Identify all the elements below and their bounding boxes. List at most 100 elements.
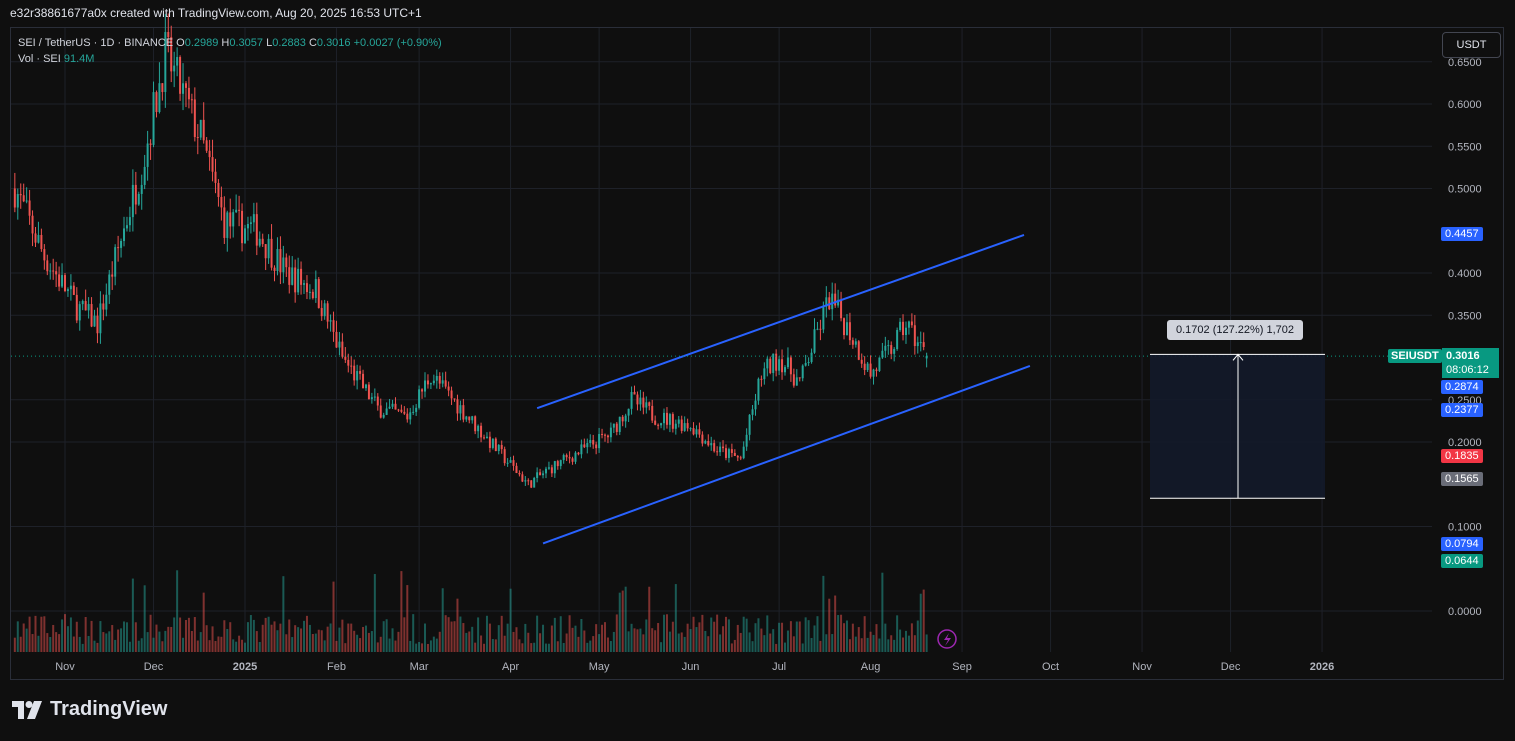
candle-body xyxy=(822,306,825,330)
candle-body xyxy=(102,303,105,310)
volume-bar xyxy=(530,643,533,652)
legend-volume-value: 91.4M xyxy=(63,53,95,65)
volume-bar xyxy=(46,633,49,652)
volume-bar xyxy=(429,640,432,652)
candle-body xyxy=(559,460,562,467)
candle-body xyxy=(311,291,314,299)
candle-body xyxy=(899,321,902,331)
candle-body xyxy=(521,474,524,482)
volume-bar xyxy=(831,634,834,652)
measure-label: 0.1702 (127.22%) 1,702 xyxy=(1167,320,1304,340)
volume-bar xyxy=(612,631,615,652)
candle-body xyxy=(689,428,692,430)
volume-bar xyxy=(630,623,633,652)
volume-bar xyxy=(571,627,574,652)
candle-body xyxy=(509,460,512,463)
volume-bar xyxy=(521,643,524,652)
candle-body xyxy=(539,472,542,476)
candle-body xyxy=(571,458,574,462)
candle-body xyxy=(128,217,131,226)
candle-body xyxy=(465,416,468,420)
y-tick-label: 0.6500 xyxy=(1448,57,1482,69)
volume-bar xyxy=(114,639,117,652)
legend-symbol[interactable]: SEI / TetherUS · 1D · BINANCE xyxy=(18,37,173,49)
volume-bar xyxy=(857,627,860,652)
brand-name: TradingView xyxy=(50,698,168,720)
volume-bar xyxy=(300,628,303,652)
volume-bar xyxy=(37,635,40,652)
volume-bar xyxy=(863,616,866,652)
volume-bar xyxy=(128,641,131,652)
volume-bar xyxy=(819,640,822,652)
candle-body xyxy=(397,409,400,411)
candle-body xyxy=(902,321,905,335)
candle-body xyxy=(695,429,698,435)
candle-body xyxy=(919,342,922,344)
candle-body xyxy=(196,137,199,139)
volume-bar xyxy=(69,617,72,652)
legend-volume-label[interactable]: Vol · SEI xyxy=(18,53,61,65)
volume-bar xyxy=(353,630,356,652)
candle-body xyxy=(409,412,412,420)
volume-bar xyxy=(657,623,660,652)
candle-body xyxy=(583,444,586,448)
volume-bar xyxy=(592,636,595,652)
candle-body xyxy=(22,195,25,202)
candle-body xyxy=(719,446,722,453)
candle-body xyxy=(677,419,680,424)
candle-body xyxy=(19,194,22,196)
volume-bar xyxy=(686,623,689,652)
volume-bar xyxy=(382,621,385,652)
candle-body xyxy=(285,257,288,268)
candle-body xyxy=(223,207,226,238)
candle-body xyxy=(497,445,500,452)
volume-bar xyxy=(367,632,370,652)
volume-bar xyxy=(562,642,565,652)
x-tick-label: 2025 xyxy=(233,661,257,673)
candle-body xyxy=(663,412,666,424)
volume-bar xyxy=(409,640,412,652)
candlestick-chart[interactable]: 0.65000.60000.55000.50000.40000.35000.25… xyxy=(0,0,1515,741)
volume-bar xyxy=(261,624,264,652)
legend-high-value: 0.3057 xyxy=(229,37,264,49)
price-tag-value: 0.1565 xyxy=(1445,473,1479,485)
candle-body xyxy=(78,304,81,321)
candle-body xyxy=(308,291,311,293)
tradingview-branding[interactable]: TradingView xyxy=(12,698,167,721)
candle-body xyxy=(40,234,43,250)
volume-bar xyxy=(683,636,686,652)
volume-bar xyxy=(807,620,810,652)
volume-bar xyxy=(220,636,223,652)
candle-body xyxy=(96,315,99,334)
last-price: 0.3016 xyxy=(1446,350,1480,362)
candle-body xyxy=(338,341,341,348)
volume-bar xyxy=(875,624,878,652)
price-tag-4457: 0.4457 xyxy=(1441,227,1483,241)
volume-bar xyxy=(226,628,229,652)
candle-body xyxy=(550,467,553,474)
volume-bar xyxy=(497,625,500,652)
volume-bar xyxy=(654,630,657,652)
candle-body xyxy=(229,212,232,227)
candle-body xyxy=(910,321,913,326)
volume-bar xyxy=(668,631,671,652)
channel-lower-line xyxy=(542,365,1031,545)
candle-body xyxy=(267,238,270,259)
volume-bar xyxy=(350,623,353,652)
y-tick-label: 0.5500 xyxy=(1448,141,1482,153)
candle-body xyxy=(261,238,264,245)
candle-body xyxy=(87,304,90,311)
y-tick-label: 0.3500 xyxy=(1448,310,1482,322)
volume-bar xyxy=(798,621,801,652)
volume-bar xyxy=(598,634,601,652)
candle-body xyxy=(379,405,382,418)
volume-bar xyxy=(438,631,441,652)
candle-body xyxy=(93,315,96,327)
candle-body xyxy=(533,477,536,488)
candle-body xyxy=(772,353,775,374)
volume-bar xyxy=(618,592,621,652)
volume-bar xyxy=(418,641,421,652)
candle-body xyxy=(403,411,406,414)
currency-button[interactable]: USDT xyxy=(1442,32,1501,58)
volume-bar xyxy=(314,633,317,652)
